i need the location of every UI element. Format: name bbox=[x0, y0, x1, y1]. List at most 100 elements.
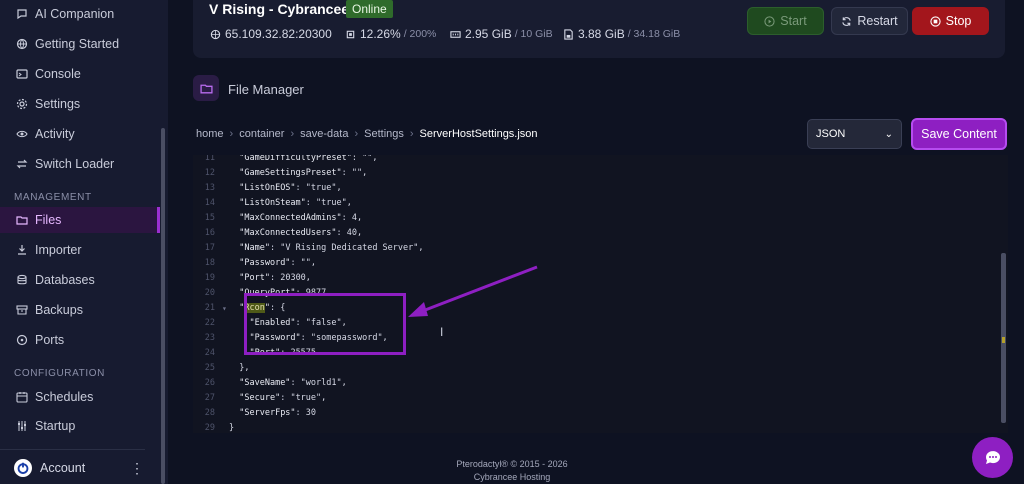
breadcrumb-container[interactable]: container bbox=[239, 128, 284, 140]
line-number: 11 bbox=[204, 155, 215, 163]
sidebar-divider bbox=[0, 449, 145, 450]
network-icon bbox=[210, 29, 221, 39]
line-number: 23 bbox=[204, 333, 215, 343]
section-label-configuration: CONFIGURATION bbox=[14, 368, 105, 379]
switch-icon bbox=[16, 158, 28, 170]
footer-copyright: Pterodactyl® © 2015 - 2026 bbox=[456, 459, 568, 469]
sidebar-item-ai-companion[interactable]: AI Companion bbox=[0, 2, 160, 26]
download-icon bbox=[16, 244, 28, 256]
sidebar-item-console[interactable]: Console bbox=[0, 62, 160, 86]
breadcrumb: home › container › save-data › Settings … bbox=[196, 128, 538, 140]
line-number: 24 bbox=[204, 348, 215, 358]
line-number: 20 bbox=[204, 288, 215, 298]
sidebar-item-label: Switch Loader bbox=[35, 157, 115, 171]
sidebar-item-label: Ports bbox=[35, 333, 65, 347]
breadcrumb-home[interactable]: home bbox=[196, 128, 224, 140]
sidebar-item-databases[interactable]: Databases bbox=[0, 268, 160, 292]
line-number: 12 bbox=[204, 168, 215, 178]
code-line: 12 "GameSettingsPreset": "", bbox=[193, 166, 993, 181]
line-number: 15 bbox=[204, 213, 215, 223]
line-number: 16 bbox=[204, 228, 215, 238]
highlight-annotation-box bbox=[244, 293, 406, 355]
sidebar-item-getting-started[interactable]: Getting Started bbox=[0, 32, 160, 56]
code-line: 27 "Secure": "true", bbox=[193, 391, 993, 406]
sidebar-item-schedules[interactable]: Schedules bbox=[0, 385, 160, 409]
line-number: 27 bbox=[204, 393, 215, 403]
fold-toggle-icon[interactable]: ▾ bbox=[222, 301, 227, 316]
line-number: 14 bbox=[204, 198, 215, 208]
sidebar-item-switch-loader[interactable]: Switch Loader bbox=[0, 152, 160, 176]
line-number: 18 bbox=[204, 258, 215, 268]
line-number: 26 bbox=[204, 378, 215, 388]
server-cpu: 12.26%/ 200% bbox=[345, 27, 436, 41]
line-number: 19 bbox=[204, 273, 215, 283]
line-number: 28 bbox=[204, 408, 215, 418]
chevron-right-icon: › bbox=[290, 128, 295, 140]
sidebar-item-label: Activity bbox=[35, 127, 75, 141]
sidebar-item-label: Files bbox=[35, 213, 62, 227]
start-button[interactable]: Start bbox=[747, 7, 824, 35]
chat-widget-button[interactable] bbox=[972, 437, 1013, 478]
page-title: File Manager bbox=[228, 82, 304, 97]
language-select-value: JSON bbox=[816, 128, 846, 140]
sidebar-item-importer[interactable]: Importer bbox=[0, 238, 160, 262]
calendar-icon bbox=[16, 391, 28, 403]
gear-icon bbox=[16, 98, 28, 110]
line-number: 22 bbox=[204, 318, 215, 328]
database-icon bbox=[16, 274, 28, 286]
code-line: 19 "Port": 20300, bbox=[193, 271, 993, 286]
code-line: 17 "Name": "V Rising Dedicated Server", bbox=[193, 241, 993, 256]
sidebar-item-label: Getting Started bbox=[35, 37, 120, 51]
folder-icon bbox=[199, 84, 213, 93]
breadcrumb-current-file: ServerHostSettings.json bbox=[419, 128, 538, 140]
disk-icon bbox=[564, 28, 573, 40]
breadcrumb-settings[interactable]: Settings bbox=[364, 128, 404, 140]
sliders-icon bbox=[16, 420, 28, 432]
line-number: 17 bbox=[204, 243, 215, 253]
sidebar-item-label: Backups bbox=[35, 303, 83, 317]
code-line: 16 "MaxConnectedUsers": 40, bbox=[193, 226, 993, 241]
chevron-right-icon: › bbox=[229, 128, 234, 140]
code-line: 13 "ListOnEOS": "true", bbox=[193, 181, 993, 196]
line-number: 25 bbox=[204, 363, 215, 373]
sidebar-item-label: Importer bbox=[35, 243, 82, 257]
chat-icon bbox=[985, 450, 1000, 464]
sidebar-item-files[interactable]: Files bbox=[0, 207, 160, 233]
folder-icon bbox=[16, 214, 28, 226]
memory-icon bbox=[450, 30, 461, 38]
breadcrumb-save-data[interactable]: save-data bbox=[300, 128, 348, 140]
sidebar-item-startup[interactable]: Startup bbox=[0, 414, 160, 438]
sidebar-item-label: Console bbox=[35, 67, 81, 81]
chevron-right-icon: › bbox=[354, 128, 359, 140]
stop-button[interactable]: Stop bbox=[912, 7, 989, 35]
code-line: 18 "Password": "", bbox=[193, 256, 993, 271]
editor-search-marker bbox=[1002, 337, 1005, 343]
archive-icon bbox=[16, 304, 28, 316]
code-line: 25 }, bbox=[193, 361, 993, 376]
sidebar-item-ports[interactable]: Ports bbox=[0, 328, 160, 352]
server-name: V Rising - Cybrancee bbox=[209, 1, 350, 17]
stop-icon bbox=[930, 15, 941, 27]
sidebar-item-label: Startup bbox=[35, 419, 76, 433]
chevron-down-icon: ⌄ bbox=[884, 128, 893, 140]
sidebar-item-activity[interactable]: Activity bbox=[0, 122, 160, 146]
code-line: 14 "ListOnSteam": "true", bbox=[193, 196, 993, 211]
sidebar-item-settings[interactable]: Settings bbox=[0, 92, 160, 116]
file-manager-icon-box bbox=[193, 75, 219, 101]
globe-icon bbox=[16, 38, 28, 50]
line-number: 13 bbox=[204, 183, 215, 193]
sidebar-scrollbar[interactable] bbox=[161, 128, 165, 484]
language-select[interactable]: JSON ⌄ bbox=[807, 119, 902, 149]
chat-icon bbox=[16, 8, 28, 20]
chevron-right-icon: › bbox=[409, 128, 414, 140]
save-content-button[interactable]: Save Content bbox=[911, 118, 1007, 150]
server-memory: 2.95 GiB/ 10 GiB bbox=[450, 27, 553, 41]
annotation-arrow-icon bbox=[408, 265, 538, 317]
line-number: 29 bbox=[204, 423, 215, 433]
restart-button[interactable]: Restart bbox=[831, 7, 908, 35]
server-header-card: V Rising - Cybrancee Online 65.109.32.82… bbox=[193, 0, 1005, 58]
code-line: 26 "SaveName": "world1", bbox=[193, 376, 993, 391]
line-number: 21 bbox=[204, 303, 215, 313]
sidebar-item-backups[interactable]: Backups bbox=[0, 298, 160, 322]
refresh-icon bbox=[842, 16, 852, 26]
